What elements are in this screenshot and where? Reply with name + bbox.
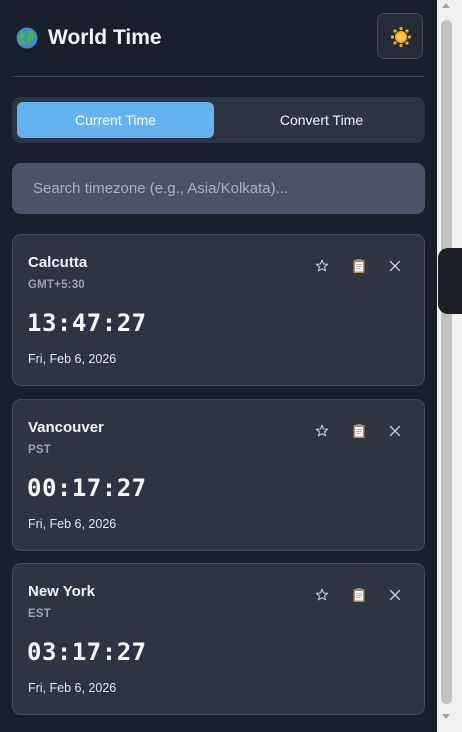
timezone-abbreviation: EST (28, 608, 51, 620)
timezone-abbreviation: PST (28, 444, 51, 456)
tab-current-time[interactable]: Current Time (17, 102, 214, 138)
clock-display: 00:17:27 (27, 474, 147, 502)
date-display: Fri, Feb 6, 2026 (28, 681, 117, 695)
timezone-card: Calcutta GMT+5:30 13:47:27 Fri, Feb 6, 2… (12, 234, 425, 386)
city-name: New York (28, 583, 95, 600)
search-input[interactable]: Search timezone (e.g., Asia/Kolkata)... (12, 163, 425, 214)
clipboard-icon (353, 424, 365, 438)
close-icon (389, 260, 401, 272)
star-icon (315, 588, 329, 601)
star-icon (315, 259, 329, 272)
copy-button[interactable] (350, 586, 368, 604)
mode-tabs: Current Time Convert Time (12, 97, 425, 143)
sun-icon (390, 26, 412, 48)
scroll-up-arrow[interactable] (442, 3, 450, 8)
clipboard-icon (353, 259, 365, 273)
scrollbar-thumb[interactable] (441, 20, 452, 704)
timezone-abbreviation: GMT+5:30 (28, 279, 85, 291)
star-icon (315, 424, 329, 437)
timezone-card: New York EST 03:17:27 Fri, Feb 6, 2026 (12, 563, 425, 715)
close-icon (389, 589, 401, 601)
app-title: World Time (48, 26, 162, 49)
copy-button[interactable] (350, 422, 368, 440)
clipboard-icon (353, 588, 365, 602)
header-divider (12, 76, 425, 77)
remove-button[interactable] (386, 422, 404, 440)
date-display: Fri, Feb 6, 2026 (28, 517, 117, 531)
copy-button[interactable] (350, 257, 368, 275)
favorite-button[interactable] (313, 257, 331, 275)
city-name: Vancouver (28, 419, 104, 436)
scroll-down-arrow[interactable] (442, 714, 450, 719)
world-time-app: World Time Current Time Convert Time Sea… (0, 0, 437, 732)
theme-toggle-button[interactable] (377, 13, 423, 59)
globe-icon (16, 27, 38, 49)
city-name: Calcutta (28, 254, 88, 271)
clock-display: 03:17:27 (27, 638, 147, 666)
remove-button[interactable] (386, 586, 404, 604)
close-icon (389, 425, 401, 437)
date-display: Fri, Feb 6, 2026 (28, 352, 117, 366)
vertical-scrollbar[interactable] (437, 0, 462, 732)
favorite-button[interactable] (313, 422, 331, 440)
header: World Time (12, 12, 425, 64)
tab-convert-time[interactable]: Convert Time (223, 102, 420, 138)
clock-display: 13:47:27 (27, 309, 147, 337)
timezone-card: Vancouver PST 00:17:27 Fri, Feb 6, 2026 (12, 399, 425, 551)
remove-button[interactable] (386, 257, 404, 275)
side-panel-handle[interactable] (438, 248, 462, 314)
favorite-button[interactable] (313, 586, 331, 604)
